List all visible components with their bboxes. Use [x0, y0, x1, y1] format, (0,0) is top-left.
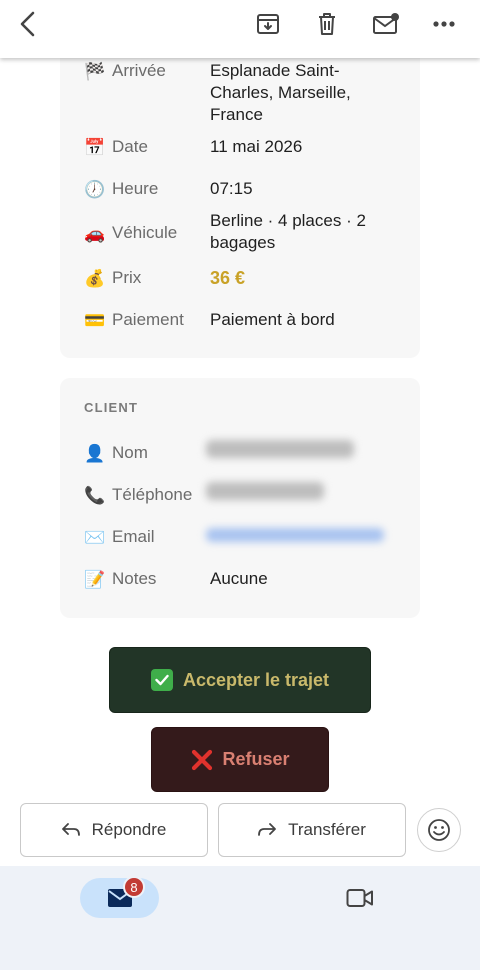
video-camera-icon	[346, 889, 373, 907]
mark-unread-icon[interactable]	[366, 6, 406, 42]
price-value: 36 €	[210, 268, 246, 288]
back-icon[interactable]	[8, 6, 48, 42]
vehicle-value: Berline · 4 places · 2 bagages	[210, 211, 366, 252]
payment-label: Paiement	[112, 310, 184, 329]
refuse-button[interactable]: Refuser	[151, 727, 329, 792]
unread-count-badge: 8	[123, 876, 145, 898]
checkered-flag-icon: 🏁	[84, 61, 106, 81]
forward-button[interactable]: Transférer	[218, 803, 406, 857]
client-email-label: Email	[112, 527, 155, 546]
person-icon: 👤	[84, 443, 106, 463]
reply-button[interactable]: Répondre	[20, 803, 208, 857]
emoji-reaction-button[interactable]	[417, 808, 461, 852]
memo-icon: 📝	[84, 569, 106, 589]
top-toolbar	[0, 0, 480, 58]
arrival-value: Esplanade Saint-Charles, Marseille, Fran…	[210, 61, 351, 124]
client-name-redacted	[206, 440, 354, 458]
phone-icon: 📞	[84, 485, 106, 505]
car-icon: 🚗	[84, 223, 106, 243]
clock-icon: 🕖	[84, 179, 106, 199]
nav-mail-tab[interactable]	[80, 878, 159, 918]
time-label: Heure	[112, 179, 159, 198]
client-email-redacted-link[interactable]	[206, 528, 384, 542]
date-value: 11 mai 2026	[210, 137, 303, 156]
client-notes-label: Notes	[112, 569, 157, 588]
refuse-label: Refuser	[222, 749, 290, 769]
forward-icon	[258, 823, 277, 836]
client-phone-redacted[interactable]	[206, 482, 324, 500]
nav-meet-tab[interactable]	[345, 886, 375, 910]
client-section-title: CLIENT	[84, 400, 139, 415]
reply-icon	[61, 823, 80, 836]
accept-trip-label: Accepter le trajet	[182, 669, 330, 690]
cross-mark-icon	[190, 748, 214, 772]
credit-card-icon: 💳	[84, 310, 106, 330]
trash-icon[interactable]	[307, 6, 347, 42]
client-notes-value: Aucune	[210, 569, 268, 588]
client-phone-label: Téléphone	[112, 485, 193, 504]
money-bag-icon: 💰	[84, 268, 106, 288]
forward-label: Transférer	[288, 820, 366, 839]
archive-icon[interactable]	[248, 6, 288, 42]
date-label: Date	[112, 137, 148, 156]
vehicle-label: Véhicule	[112, 223, 178, 242]
price-label: Prix	[112, 268, 142, 287]
smiley-icon	[428, 819, 450, 841]
time-value: 07:15	[210, 179, 253, 198]
reply-label: Répondre	[91, 820, 167, 839]
check-mark-icon	[150, 669, 173, 691]
client-name-label: Nom	[112, 443, 148, 462]
bottom-navigation	[0, 866, 480, 970]
accept-trip-button[interactable]: Accepter le trajet	[109, 647, 371, 713]
calendar-icon: 📅	[84, 137, 106, 157]
arrival-label: Arrivée	[112, 61, 166, 80]
payment-value: Paiement à bord	[210, 310, 335, 329]
envelope-icon: ✉️	[84, 527, 106, 547]
more-icon[interactable]	[424, 6, 464, 42]
